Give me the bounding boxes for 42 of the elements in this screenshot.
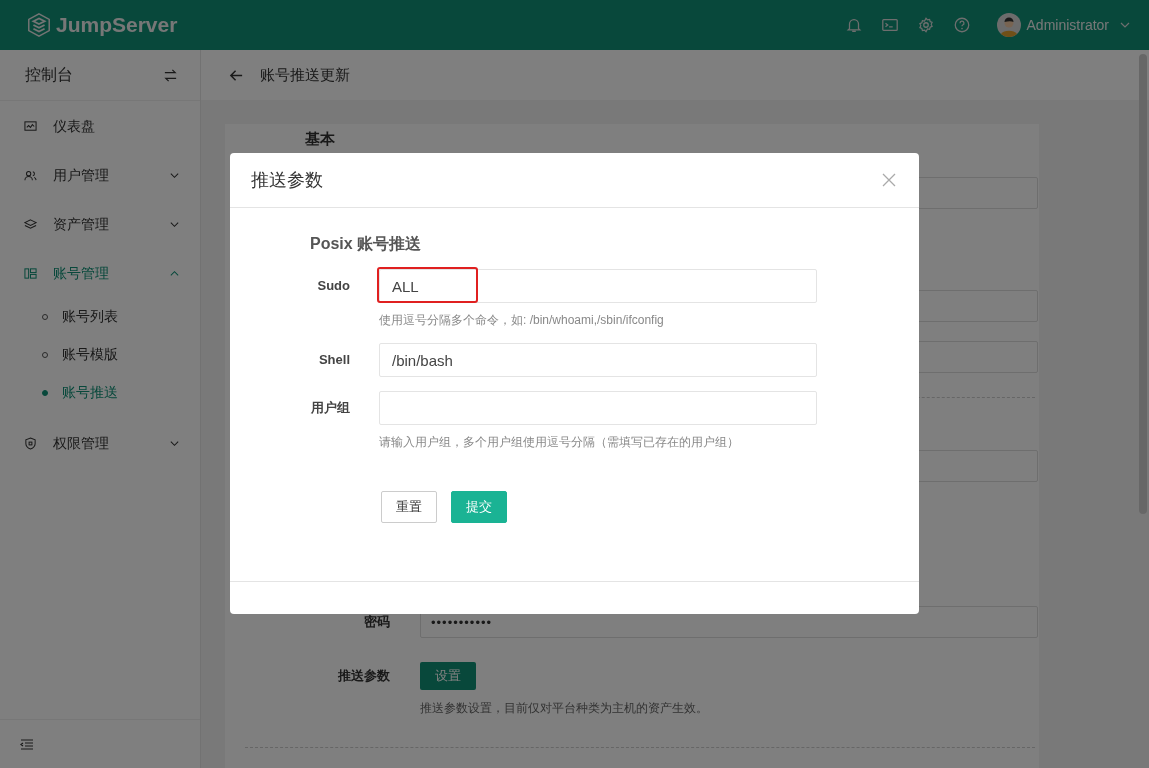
form-section-title: Posix 账号推送	[310, 234, 423, 254]
terminal-icon[interactable]	[880, 16, 899, 34]
sidebar-menu-item[interactable]: 用户管理	[0, 151, 200, 200]
input-field[interactable]: /bin/bash	[379, 343, 817, 377]
field-label: 用户组	[310, 399, 350, 417]
page-title: 账号推送更新	[260, 65, 350, 85]
sidebar-menu-item[interactable]: 权限管理	[0, 419, 200, 468]
sidebar-menu-item[interactable]: 仪表盘	[0, 102, 200, 151]
hint-text: 请输入用户组，多个用户组使用逗号分隔（需填写已存在的用户组）	[379, 434, 740, 451]
collapse-menu-icon[interactable]	[20, 737, 34, 751]
close-icon[interactable]	[882, 173, 896, 187]
sidebar-title: 控制台	[25, 64, 73, 85]
shield-icon	[24, 437, 37, 450]
user-menu[interactable]: Administrator	[996, 13, 1131, 37]
hint-text: 使用逗号分隔多个命令，如: /bin/whoami,/sbin/ifconfig	[379, 312, 665, 329]
settings-button[interactable]: 设置	[420, 662, 476, 690]
hint-text: 推送参数设置，目前仅对平台种类为主机的资产生效。	[420, 700, 708, 717]
users-icon	[24, 169, 37, 182]
settings-icon[interactable]	[916, 16, 935, 34]
sidebar-submenu-item[interactable]: 账号推送	[0, 374, 200, 412]
switch-icon[interactable]	[163, 67, 178, 83]
logo-text: JumpServer	[56, 13, 178, 37]
sidebar-menu-item[interactable]: 资产管理	[0, 200, 200, 249]
dialog-title: 推送参数	[251, 169, 323, 192]
field-label: Shell	[317, 351, 350, 369]
sidebar-submenu-item[interactable]: 账号模版	[0, 336, 200, 374]
avatar-icon	[996, 13, 1021, 37]
logo-icon	[26, 12, 52, 38]
field-label: 推送参数	[337, 667, 390, 685]
columns-icon	[24, 267, 37, 280]
sidebar-submenu-item[interactable]: 账号列表	[0, 298, 200, 336]
bell-icon[interactable]	[844, 16, 863, 34]
input-field[interactable]	[379, 391, 817, 425]
reset-button[interactable]: 重置	[381, 491, 437, 523]
layers-icon	[24, 218, 37, 231]
submit-button[interactable]: 提交	[451, 491, 507, 523]
section-title: 基本	[305, 130, 336, 149]
field-label: Sudo	[316, 277, 350, 295]
help-icon[interactable]	[952, 16, 971, 34]
field-label: 密码	[363, 613, 390, 631]
chart-icon	[24, 120, 37, 133]
scrollbar[interactable]	[1139, 54, 1147, 514]
